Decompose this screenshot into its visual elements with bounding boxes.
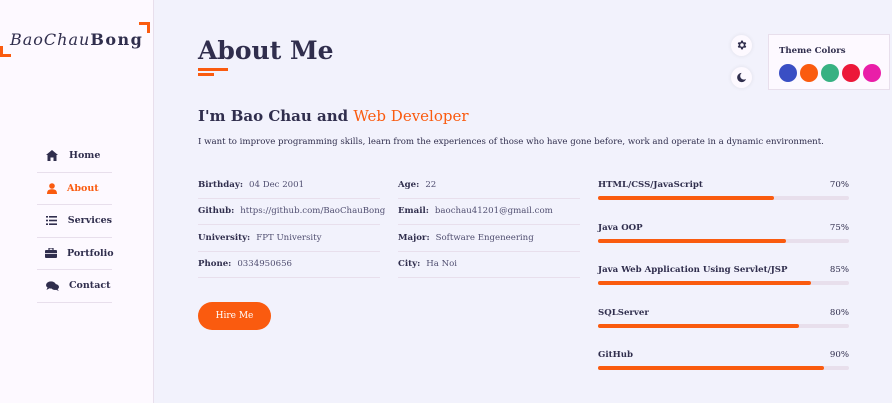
nav-item-about[interactable]: About	[37, 173, 112, 205]
skill-name: HTML/CSS/JavaScript	[598, 180, 703, 190]
hire-me-button[interactable]: Hire Me	[198, 302, 271, 330]
info-row-github: Github: https://github.com/BaoChauBong	[198, 199, 385, 225]
color-swatch-1[interactable]	[779, 64, 797, 82]
skill-progress-track	[598, 238, 849, 243]
info-key: Major:	[398, 232, 430, 243]
nav-item-label: Portfolio	[67, 247, 114, 259]
skill-percent: 80%	[829, 307, 849, 318]
user-icon	[45, 182, 59, 194]
day-night-toggle[interactable]	[731, 67, 752, 88]
about-intro: I want to improve programming skills, le…	[198, 137, 824, 147]
logo-script-text: BaoChau	[10, 30, 91, 49]
color-swatch-4[interactable]	[842, 64, 860, 82]
main-nav: Home About Services Portfolio Contact	[37, 140, 114, 303]
info-row-university: University: FPT University	[198, 225, 380, 252]
nav-item-portfolio[interactable]: Portfolio	[37, 238, 114, 270]
info-value: Software Engeneering	[435, 232, 534, 243]
skill-item: HTML/CSS/JavaScript 70%	[598, 176, 849, 219]
list-icon	[45, 215, 58, 227]
info-key: Age:	[398, 179, 420, 190]
info-row-age: Age: 22	[398, 172, 580, 199]
skill-percent: 70%	[829, 180, 849, 190]
nav-item-label: About	[67, 182, 99, 194]
gear-icon	[736, 36, 748, 55]
moon-icon	[736, 68, 747, 87]
nav-item-label: Contact	[69, 280, 111, 292]
theme-colors-panel: Theme Colors	[768, 34, 890, 90]
title-underline	[198, 68, 228, 71]
nav-item-contact[interactable]: Contact	[37, 270, 112, 303]
briefcase-icon	[45, 247, 57, 259]
about-headline: I'm Bao Chau and Web Developer	[198, 107, 469, 125]
skill-progress-fill	[598, 238, 787, 243]
skill-name: Java Web Application Using Servlet/JSP	[598, 265, 788, 275]
color-swatch-5[interactable]	[863, 64, 881, 82]
skill-item: Java OOP 75%	[598, 219, 849, 262]
nav-item-label: Services	[67, 215, 112, 227]
info-row-birthday: Birthday: 04 Dec 2001	[198, 172, 380, 199]
logo-bold-text: Bong	[90, 30, 144, 49]
style-switcher-toggle[interactable]	[731, 35, 752, 56]
skill-progress-track	[598, 196, 849, 200]
headline-role: Web Developer	[353, 107, 469, 125]
page-title: About Me	[198, 36, 334, 65]
info-value: Ha Noi	[426, 259, 458, 270]
skill-item: SQLServer 80%	[598, 304, 849, 347]
skill-progress-track	[598, 281, 849, 285]
skill-item: GitHub 90%	[598, 346, 849, 389]
skill-progress-track	[598, 323, 849, 328]
info-row-city: City: Ha Noi	[398, 252, 580, 278]
theme-colors-title: Theme Colors	[779, 46, 846, 56]
info-value: FPT University	[256, 232, 322, 243]
skill-progress-fill	[598, 366, 824, 370]
color-swatch-2[interactable]	[800, 64, 818, 82]
info-key: Github:	[198, 206, 235, 217]
info-key: University:	[198, 232, 251, 243]
info-value: baochau41201@gmail.com	[434, 206, 553, 217]
info-key: Email:	[398, 206, 429, 217]
personal-info-left: Birthday: 04 Dec 2001 Github: https://gith…	[198, 172, 385, 278]
nav-item-label: Home	[69, 150, 101, 162]
info-key: City:	[398, 259, 421, 270]
skill-percent: 90%	[829, 350, 849, 360]
color-swatch-3[interactable]	[821, 64, 839, 82]
info-value: 04 Dec 2001	[249, 179, 305, 190]
skill-progress-track	[598, 366, 849, 370]
comments-icon	[45, 280, 59, 292]
nav-item-services[interactable]: Services	[37, 205, 112, 238]
skill-name: GitHub	[598, 350, 633, 360]
skill-percent: 85%	[829, 265, 849, 275]
personal-info-right: Age: 22 Email: baochau41201@gmail.com Majo…	[398, 172, 580, 278]
skill-percent: 75%	[829, 222, 849, 233]
headline-name: I'm Bao Chau and	[198, 107, 354, 125]
color-swatches	[779, 64, 881, 82]
info-value: https://github.com/BaoChauBong	[240, 206, 386, 217]
skill-progress-fill	[598, 196, 774, 200]
skill-name: SQLServer	[598, 307, 649, 318]
skill-progress-fill	[598, 323, 799, 328]
sidebar: BaoChauBong Home About Services Portfoli…	[0, 0, 154, 403]
home-icon	[45, 150, 59, 162]
skill-item: Java Web Application Using Servlet/JSP 8…	[598, 261, 849, 304]
info-row-email: Email: baochau41201@gmail.com	[398, 199, 580, 225]
info-row-major: Major: Software Engeneering	[398, 225, 580, 252]
info-key: Birthday:	[198, 179, 244, 190]
skill-progress-fill	[598, 281, 812, 285]
info-key: Phone:	[198, 259, 232, 270]
info-row-phone: Phone: 0334950656	[198, 252, 380, 278]
nav-item-home[interactable]: Home	[37, 140, 112, 173]
info-value: 0334950656	[237, 259, 293, 270]
skills-list: HTML/CSS/JavaScript 70% Java OOP 75% Jav…	[598, 176, 849, 389]
site-logo[interactable]: BaoChauBong	[10, 30, 143, 49]
skill-name: Java OOP	[598, 222, 643, 233]
info-value: 22	[425, 179, 437, 190]
title-underline	[198, 73, 214, 76]
